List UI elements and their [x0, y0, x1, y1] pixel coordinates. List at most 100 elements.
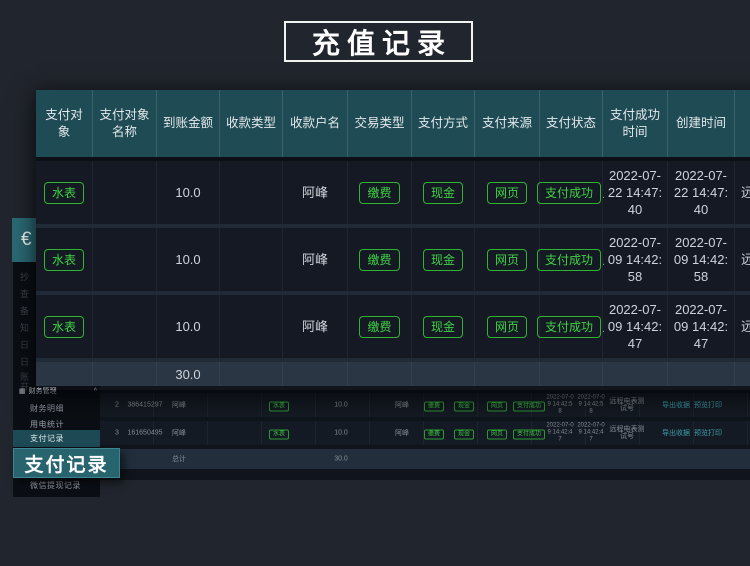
pay-object-badge: 水表: [36, 295, 93, 358]
success-time: 2022-07-22 14:47:40: [603, 161, 668, 224]
success-time: 2022-07-09 14:42:47: [546, 423, 574, 444]
account-name: 远程电表测试号: [607, 426, 647, 440]
success-time: 2022-07-09 14:42:58: [603, 228, 668, 291]
status-badge: 支付成功.: [540, 228, 603, 291]
finance-group-icon: ▦: [19, 387, 26, 395]
order-no: 386415297: [127, 402, 162, 409]
col-header: 支付成功时间: [603, 90, 668, 157]
sidebar-item-fragment: 抄: [20, 270, 32, 283]
pay-method-badge: 现金: [412, 161, 475, 224]
euro-logo-icon: €: [21, 229, 32, 251]
pay-object-name: [93, 228, 157, 291]
user-name: 阿峰: [172, 400, 186, 410]
export-receipt-link[interactable]: 导出收据: [662, 428, 690, 438]
pay-source-badge: 网页: [475, 161, 540, 224]
page-title: 充值记录: [284, 21, 473, 62]
pay-object-name: [93, 161, 157, 224]
sidebar-item-fragment: 备: [20, 304, 32, 317]
col-header: 支付状态: [540, 90, 603, 157]
row-index: 3: [115, 430, 119, 437]
payee: 阿峰: [395, 428, 409, 438]
meter-badge: 水表: [269, 401, 289, 410]
create-time: 2022-07-09 14:42:58: [577, 395, 605, 416]
col-header: 支付对象名称: [93, 90, 157, 157]
col-header: 创建时间: [668, 90, 735, 157]
sidebar-item-label: 支付记录: [30, 433, 64, 444]
pay-source-badge: 网页: [487, 429, 507, 438]
charge-type: [220, 161, 283, 224]
create-time: 2022-07-22 14:47:40: [668, 161, 735, 224]
amount: 10.0: [157, 161, 220, 224]
table-header-row: 支付对象 支付对象名称 到账金额 收款类型 收款户名 交易类型 支付方式 支付来…: [36, 90, 750, 157]
remark-fragment: 远: [735, 295, 750, 358]
order-no: 161650495: [127, 430, 162, 437]
sidebar-item-payment-records[interactable]: 支付记录: [13, 430, 100, 447]
col-header: 到账金额: [157, 90, 220, 157]
amount: 10.0: [157, 228, 220, 291]
pay-method-badge: 现金: [454, 401, 474, 410]
trade-type-badge: 缴费: [424, 429, 444, 438]
sidebar-item-fragment: 日: [20, 338, 32, 351]
create-time: 2022-07-09 14:42:47: [668, 295, 735, 358]
create-time: 2022-07-09 14:42:58: [668, 228, 735, 291]
col-header: 支付方式: [412, 90, 475, 157]
col-header: 支付来源: [475, 90, 540, 157]
table-row: 3 161650495 阿峰 水表 10.0 阿峰 缴费 现金 网页 支付成功 …: [100, 421, 750, 445]
print-preview-link[interactable]: 预览打印: [694, 428, 722, 438]
success-time: 2022-07-09 14:42:58: [546, 395, 574, 416]
table-row: 水表 10.0 阿峰 缴费 现金 网页 支付成功. 2022-07-09 14:…: [36, 291, 750, 358]
col-header: 支付对象: [36, 90, 93, 157]
charge-type: [220, 228, 283, 291]
table-row: 2 386415297 阿峰 水表 10.0 阿峰 缴费 现金 网页 支付成功 …: [100, 393, 750, 417]
payee: 阿峰: [395, 400, 409, 410]
payee-name: 阿峰: [283, 295, 348, 358]
col-header: 收款户名: [283, 90, 348, 157]
total-amount: 30.0: [157, 362, 220, 386]
status-badge: 支付成功.: [540, 161, 603, 224]
payment-records-callout: 支付记录: [13, 448, 120, 478]
trade-type-badge: 缴费: [424, 401, 444, 410]
meter-badge: 水表: [269, 429, 289, 438]
pay-object-badge: 水表: [36, 161, 93, 224]
pay-object-name: [93, 295, 157, 358]
pay-method-badge: 现金: [454, 429, 474, 438]
create-time: 2022-07-09 14:42:47: [577, 423, 605, 444]
table-row: 水表 10.0 阿峰 缴费 现金 网页 支付成功. 2022-07-22 14:…: [36, 161, 750, 224]
background-table: 2 386415297 阿峰 水表 10.0 阿峰 缴费 现金 网页 支付成功 …: [100, 385, 750, 480]
trade-type-badge: 缴费: [348, 295, 412, 358]
user-name: 阿峰: [172, 428, 186, 438]
table-total-row: 30.0: [36, 358, 750, 386]
sidebar-item-fragment: 知: [20, 321, 32, 334]
success-time: 2022-07-09 14:42:47: [603, 295, 668, 358]
remark-fragment: 远: [735, 228, 750, 291]
account-name: 远程电表测试号: [607, 398, 647, 412]
trade-type-badge: 缴费: [348, 228, 412, 291]
col-header: 收款类型: [220, 90, 283, 157]
pay-source-badge: 网页: [475, 228, 540, 291]
row-index: 2: [115, 402, 119, 409]
payee-name: 阿峰: [283, 228, 348, 291]
sidebar-item-finance-detail[interactable]: 财务明细: [30, 403, 64, 414]
remark-fragment: 远: [735, 161, 750, 224]
export-receipt-link[interactable]: 导出收据: [662, 400, 690, 410]
sidebar-item-wechat-withdraw[interactable]: 微信提现记录: [30, 480, 81, 491]
status-badge: 支付成功: [513, 401, 545, 410]
print-preview-link[interactable]: 预览打印: [694, 400, 722, 410]
col-header: [735, 90, 750, 157]
amount: 10.0: [334, 430, 348, 437]
table-total-row: 总计 30.0: [100, 449, 750, 469]
pay-source-badge: 网页: [475, 295, 540, 358]
pay-source-badge: 网页: [487, 401, 507, 410]
sidebar-item-power-stats[interactable]: 用电统计: [30, 419, 64, 430]
pay-method-badge: 现金: [412, 295, 475, 358]
status-badge: 支付成功: [513, 429, 545, 438]
payee-name: 阿峰: [283, 161, 348, 224]
pay-object-badge: 水表: [36, 228, 93, 291]
charge-type: [220, 295, 283, 358]
app-logo: €: [12, 218, 38, 262]
trade-type-badge: 缴费: [348, 161, 412, 224]
recharge-records-table: 支付对象 支付对象名称 到账金额 收款类型 收款户名 交易类型 支付方式 支付来…: [36, 90, 750, 390]
pay-method-badge: 现金: [412, 228, 475, 291]
col-header: 交易类型: [348, 90, 412, 157]
sidebar-item-fragment: 查: [20, 287, 32, 300]
